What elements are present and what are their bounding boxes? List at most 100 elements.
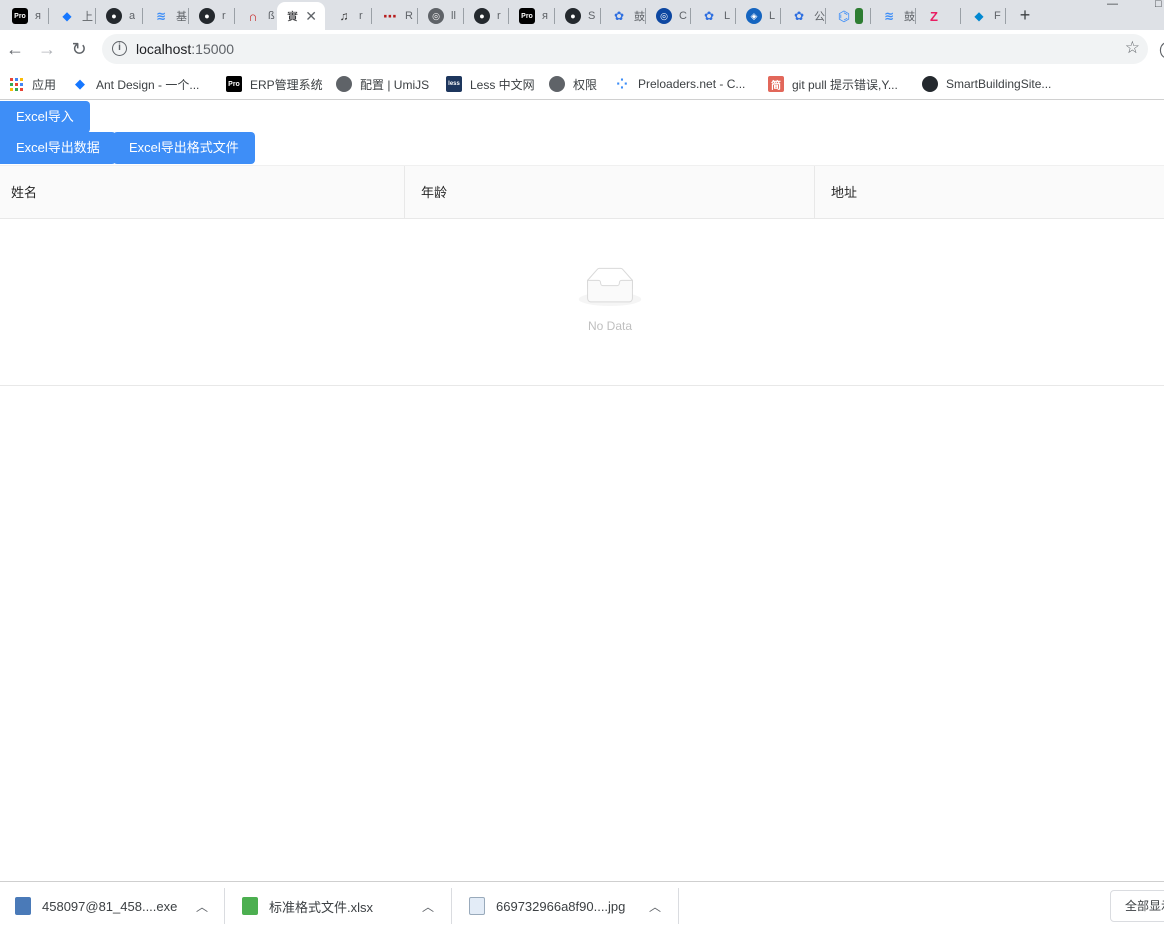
- vscode-icon: ◈: [746, 8, 762, 24]
- browser-tab[interactable]: Pro я: [509, 2, 554, 30]
- browser-tab[interactable]: ≋ 基: [143, 2, 188, 30]
- url-text[interactable]: localhost:15000: [136, 41, 234, 57]
- browser-tab[interactable]: ∩ ß: [235, 2, 277, 30]
- browser-toolbar: ← → ↻ i localhost:15000 ☆ ◯: [0, 30, 1164, 68]
- browser-tab[interactable]: ⋯ R: [372, 2, 417, 30]
- browser-tab[interactable]: ✿ 公: [781, 2, 825, 30]
- tab-title: r: [497, 10, 501, 22]
- tab-title: ll: [451, 10, 456, 22]
- arc-icon: ∩: [248, 8, 258, 24]
- browser-tab[interactable]: Pro я: [2, 2, 48, 30]
- bookmark-preloaders[interactable]: ⁘ Preloaders.net - C...: [614, 74, 745, 94]
- baidu-icon: ✿: [793, 9, 805, 23]
- bookmark-smartbuilding[interactable]: SmartBuildingSite...: [922, 74, 1051, 94]
- profile-icon[interactable]: ◯: [1156, 36, 1164, 62]
- browser-tab-active[interactable]: 實 ✕: [277, 2, 325, 30]
- reload-icon[interactable]: ↻: [66, 36, 92, 62]
- tab-title: 公: [814, 11, 825, 23]
- dots-icon: ⋯: [383, 7, 397, 24]
- bookmark-label: 权限: [573, 77, 598, 92]
- tab-title: 鼓: [634, 11, 645, 23]
- table-header: 姓名 年龄 地址: [0, 165, 1164, 219]
- column-header-age[interactable]: 年龄: [410, 166, 814, 219]
- chevron-up-icon[interactable]: ︿: [196, 898, 208, 915]
- bookmark-ant-design[interactable]: ◆ Ant Design - 一个...: [72, 74, 199, 94]
- tab-title: L: [769, 10, 776, 22]
- tab-title: я: [35, 10, 41, 22]
- tab-title: 上: [82, 11, 93, 23]
- download-item[interactable]: 标准格式文件.xlsx ︿: [242, 882, 442, 930]
- back-arrow-icon[interactable]: ←: [2, 36, 28, 62]
- empty-text: No Data: [587, 319, 633, 333]
- excel-import-button[interactable]: Excel导入: [0, 101, 90, 133]
- browser-tab[interactable]: ● r: [189, 2, 234, 30]
- browser-tab[interactable]: ⌬: [826, 2, 870, 30]
- browser-tab[interactable]: ✿ L: [691, 2, 735, 30]
- close-tab-icon[interactable]: ✕: [305, 8, 317, 25]
- tab-title: r: [222, 10, 226, 22]
- address-bar[interactable]: i localhost:15000 ☆: [102, 34, 1148, 64]
- globe-icon: ◎: [428, 8, 444, 24]
- browser-tab[interactable]: ≋ 鼓: [871, 2, 915, 30]
- download-filename: 458097@81_458....exe: [42, 898, 178, 914]
- chevron-up-icon[interactable]: ︿: [422, 898, 434, 915]
- bookmark-label: 应用: [32, 77, 57, 92]
- bookmark-erp[interactable]: Pro ERP管理系统: [226, 74, 323, 94]
- info-icon[interactable]: i: [112, 41, 127, 56]
- pro-icon: Pro: [12, 8, 28, 24]
- tab-title: L: [724, 10, 731, 22]
- forward-arrow-icon[interactable]: →: [34, 36, 60, 62]
- tab-title: R: [405, 10, 413, 22]
- baidu-icon: ✿: [613, 9, 625, 23]
- tab-title: 鼓: [904, 11, 915, 23]
- excel-export-data-button[interactable]: Excel导出数据: [0, 132, 116, 164]
- xlsx-file-icon: [242, 897, 258, 915]
- bookmark-permissions[interactable]: 权限: [549, 74, 597, 94]
- tab-title: a: [129, 10, 136, 22]
- less-icon: less: [446, 76, 462, 92]
- bookmark-label: ERP管理系统: [250, 77, 323, 92]
- browser-tab[interactable]: ◆ F: [961, 2, 1005, 30]
- globe-icon: [549, 76, 565, 92]
- browser-tab[interactable]: ◈ L: [736, 2, 780, 30]
- browser-tab[interactable]: ● a: [96, 2, 142, 30]
- minimize-icon[interactable]: —: [1107, 0, 1118, 10]
- github-icon: ●: [565, 8, 581, 24]
- download-filename: 669732966a8f90....jpg: [496, 898, 626, 914]
- tab-title: ß: [268, 10, 275, 22]
- download-item[interactable]: 669732966a8f90....jpg ︿: [469, 882, 669, 930]
- tab-title: r: [359, 10, 363, 22]
- browser-tab[interactable]: ◆ 上: [49, 2, 95, 30]
- jianshu-icon: 简: [768, 76, 784, 92]
- browser-tab[interactable]: ◎ C: [646, 2, 690, 30]
- column-header-name[interactable]: 姓名: [0, 166, 404, 219]
- download-item[interactable]: 458097@81_458....exe ︿: [15, 882, 215, 930]
- circle-link-icon: ◎: [656, 8, 672, 24]
- pro-icon: Pro: [226, 76, 242, 92]
- bookmarks-bar: 应用 ◆ Ant Design - 一个... Pro ERP管理系统 配置 | U…: [0, 68, 1164, 100]
- browser-tab[interactable]: ● S: [555, 2, 600, 30]
- bookmark-star-icon[interactable]: ☆: [1125, 38, 1140, 58]
- bookmark-git-pull[interactable]: 简 git pull 提示错误,Y...: [768, 74, 898, 94]
- bookmark-label: SmartBuildingSite...: [946, 77, 1052, 91]
- url-host: localhost: [136, 41, 192, 57]
- github-icon: [922, 76, 938, 92]
- maximize-icon[interactable]: □: [1155, 0, 1162, 10]
- show-all-downloads-button[interactable]: 全部显示: [1110, 890, 1164, 922]
- browser-tab[interactable]: Z: [916, 2, 960, 30]
- bookmark-less[interactable]: less Less 中文网: [446, 74, 535, 94]
- zhihu-icon: Z: [930, 8, 938, 24]
- browser-tab[interactable]: ♫ r: [326, 2, 371, 30]
- bookmark-umijs[interactable]: 配置 | UmiJS: [336, 74, 429, 94]
- tab-title: S: [588, 10, 596, 22]
- new-tab-button[interactable]: +: [1014, 4, 1036, 26]
- url-port: :15000: [191, 41, 235, 57]
- browser-tab[interactable]: ● r: [464, 2, 508, 30]
- bookmark-apps[interactable]: 应用: [8, 74, 56, 94]
- chevron-up-icon[interactable]: ︿: [649, 898, 661, 915]
- browser-tab[interactable]: ✿ 鼓: [601, 2, 645, 30]
- excel-export-format-button[interactable]: Excel导出格式文件: [113, 132, 255, 164]
- column-header-address[interactable]: 地址: [820, 166, 1164, 219]
- browser-tab[interactable]: ◎ ll: [418, 2, 463, 30]
- baidu-icon: ✿: [703, 9, 715, 23]
